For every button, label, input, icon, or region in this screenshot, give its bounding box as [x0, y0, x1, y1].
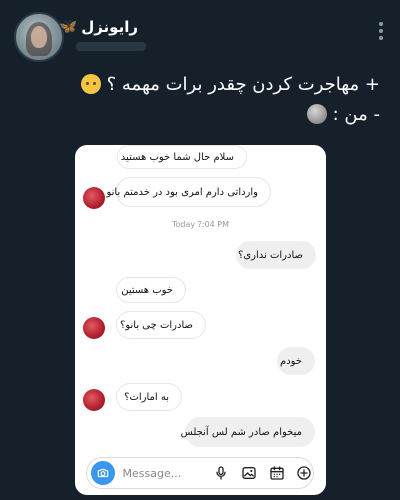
gallery-icon — [242, 467, 256, 479]
chat-message: صادرات نداری؟ — [236, 241, 316, 269]
chat-screenshot: سلام حال شما خوب هستید وارداتی دارم امری… — [75, 145, 326, 495]
sticker-button[interactable] — [268, 464, 286, 482]
message-composer — [86, 457, 314, 489]
plus-circle-icon — [297, 466, 311, 480]
author-handle-blurred — [76, 42, 146, 51]
calendar-sticker-icon — [269, 466, 284, 480]
chat-avatar — [83, 317, 105, 339]
chat-timestamp: Today ?:04 PM — [171, 220, 230, 229]
profile-avatar[interactable] — [14, 12, 64, 62]
chat-avatar — [83, 187, 105, 209]
camera-button[interactable] — [91, 461, 115, 485]
tweet-line-2: - من : — [301, 104, 380, 125]
add-button[interactable] — [295, 464, 313, 482]
chat-avatar — [83, 389, 105, 411]
author-name-row[interactable]: رایونزل 🦋 — [60, 18, 138, 36]
tweet-line-2-text: - من : — [332, 104, 380, 125]
message-input[interactable] — [122, 466, 203, 480]
microphone-icon — [216, 466, 226, 480]
author-name: رایونزل — [81, 18, 138, 36]
chat-message: خودم — [277, 347, 315, 375]
chat-message: وارداتی دارم امری بود در خدمتم بانو — [106, 177, 271, 207]
chat-message: به امارات؟ — [116, 383, 182, 411]
moon-face-emoji-icon — [306, 104, 327, 124]
thinking-face-emoji-icon — [80, 74, 101, 94]
chat-message: سلام حال شما خوب هستید — [117, 145, 247, 169]
chat-message: خوب هستین — [116, 277, 186, 303]
microphone-button[interactable] — [213, 464, 231, 482]
camera-icon — [97, 468, 108, 478]
gallery-button[interactable] — [240, 464, 258, 482]
tweet-line-1: + مهاجرت کردن چقدر برات مهمه ؟ — [77, 74, 380, 95]
chat-message: میخوام صادر شم لس آنجلس — [181, 417, 315, 447]
tweet-line-1-text: + مهاجرت کردن چقدر برات مهمه ؟ — [106, 74, 380, 95]
more-options-icon[interactable] — [378, 22, 384, 44]
avatar-face — [31, 26, 47, 48]
chat-message: صادرات چی بانو؟ — [116, 311, 206, 339]
butterfly-emoji: 🦋 — [59, 19, 78, 35]
